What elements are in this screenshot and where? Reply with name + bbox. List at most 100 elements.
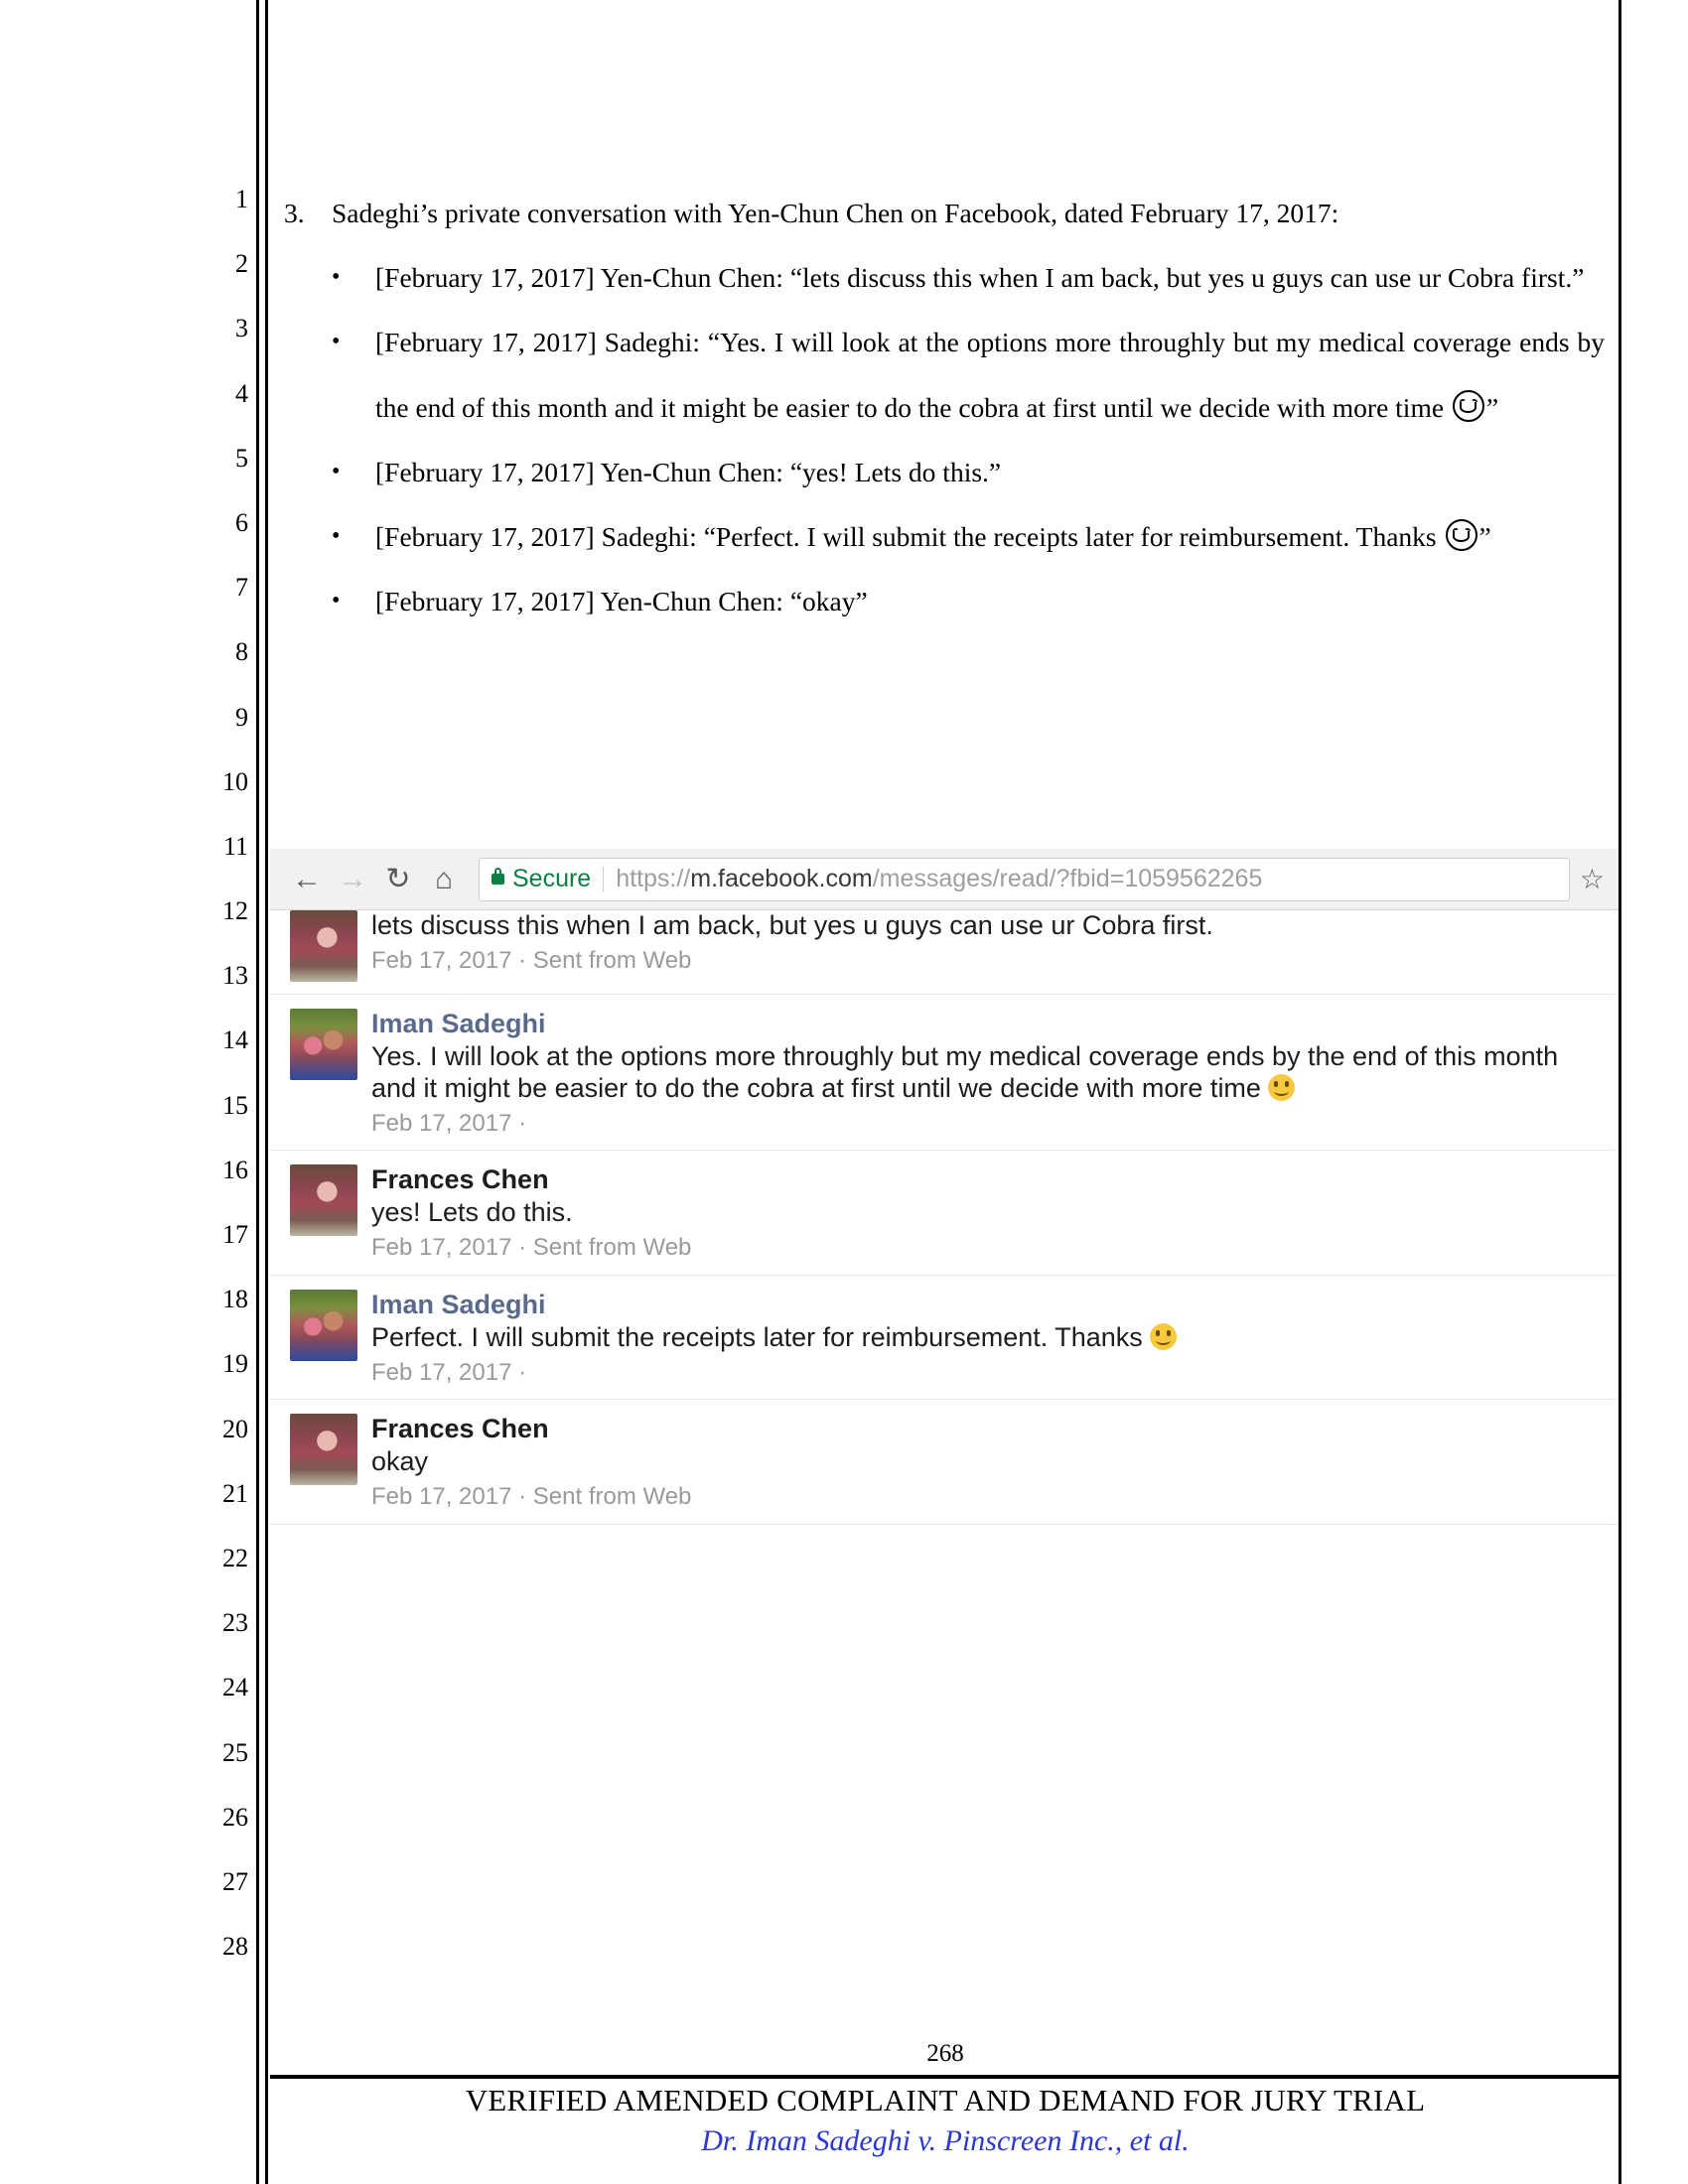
line-number-gutter: 1 2 3 4 5 6 7 8 9 10 11 12 13 14 15 16 17 18 19 20 21 22 23 24 2…	[199, 185, 248, 1996]
url-scheme: https://	[616, 865, 691, 892]
smiley-face-icon	[1445, 519, 1477, 552]
line-number: 22	[222, 1543, 248, 1572]
bullet-text: [February 17, 2017] Sadeghi: “Perfect. I…	[375, 521, 1444, 553]
bullet-text-suffix: ”	[1485, 391, 1499, 423]
line-number: 17	[222, 1220, 248, 1249]
browser-toolbar: ← → ↻ ⌂ Secure https://m.facebook.com/me…	[270, 849, 1618, 910]
avatar[interactable]	[290, 910, 357, 982]
back-icon[interactable]: ←	[284, 857, 330, 902]
line-number: 25	[222, 1737, 248, 1767]
line-number: 8	[235, 637, 248, 667]
bullet-item: • [February 17, 2017] Sadeghi: “Yes. I wi…	[284, 310, 1605, 439]
url-text: https://m.facebook.com/messages/read/?fb…	[616, 865, 1262, 893]
message-text: okay	[371, 1446, 429, 1477]
line-number: 2	[235, 249, 248, 279]
home-icon[interactable]: ⌂	[421, 857, 467, 902]
right-margin-rule	[1618, 0, 1621, 2184]
line-number: 1	[235, 185, 248, 213]
line-number: 21	[222, 1478, 248, 1508]
smiley-face-icon	[1452, 389, 1484, 422]
line-number: 28	[222, 1932, 248, 1962]
line-number: 16	[222, 1155, 248, 1184]
line-number: 14	[222, 1025, 248, 1055]
message-row: Iman Sadeghi Perfect. I will submit the r…	[270, 1276, 1618, 1401]
body-text: 3. Sadeghi’s private conversation with Y…	[284, 181, 1605, 633]
url-path: /messages/read/?fbid=1059562265	[872, 865, 1263, 892]
bullet-text: [February 17, 2017] Yen-Chun Chen: “lets…	[375, 262, 1585, 294]
footer-title: VERIFIED AMENDED COMPLAINT AND DEMAND FO…	[465, 2083, 1426, 2117]
message-sender[interactable]: Frances Chen	[371, 1164, 1599, 1196]
message-text: yes! Lets do this.	[371, 1197, 573, 1228]
bookmark-star-icon[interactable]: ☆	[1580, 863, 1605, 895]
avatar[interactable]	[290, 1289, 357, 1361]
line-number: 20	[222, 1414, 248, 1443]
left-margin-rule-outer	[256, 0, 259, 2184]
line-number: 11	[222, 831, 248, 861]
line-number: 15	[222, 1090, 248, 1120]
smiley-emoji-mouth-icon	[1274, 1086, 1290, 1096]
lock-icon	[492, 868, 504, 885]
line-number: 19	[222, 1349, 248, 1379]
left-margin-rule-inner	[265, 0, 268, 2184]
pleading-page: 1 2 3 4 5 6 7 8 9 10 11 12 13 14 15 16 17 18 19 20 21 22 23 24 2…	[0, 0, 1688, 2184]
bullet-dot-icon: •	[332, 264, 341, 291]
forward-icon[interactable]: →	[330, 857, 375, 902]
paragraph-text: Sadeghi’s private conversation with Yen-…	[332, 198, 1339, 228]
reload-icon[interactable]: ↻	[375, 857, 421, 902]
bullet-item: • [February 17, 2017] Sadeghi: “Perfect. …	[284, 504, 1605, 569]
message-row: Iman Sadeghi Yes. I will look at the opti…	[270, 995, 1618, 1152]
numbered-paragraph: 3. Sadeghi’s private conversation with Y…	[284, 181, 1605, 245]
message-body: lets discuss this when I am back, but ye…	[371, 910, 1599, 982]
security-label: Secure	[512, 865, 592, 892]
page-number: 268	[926, 2040, 964, 2067]
bullet-item: • [February 17, 2017] Yen-Chun Chen: “yes…	[284, 440, 1605, 504]
address-bar[interactable]: Secure https://m.facebook.com/messages/r…	[479, 857, 1570, 901]
footer-case-caption: Dr. Iman Sadeghi v. Pinscreen Inc., et a…	[701, 2124, 1190, 2157]
bullet-dot-icon: •	[332, 523, 341, 550]
bullet-item: • [February 17, 2017] Yen-Chun Chen: “oka…	[284, 569, 1605, 633]
line-number: 18	[222, 1285, 248, 1314]
avatar[interactable]	[290, 1009, 357, 1080]
bullet-text-suffix: ”	[1478, 521, 1491, 553]
url-host: m.facebook.com	[690, 865, 873, 892]
message-body: Iman Sadeghi Yes. I will look at the opti…	[371, 1009, 1599, 1138]
message-timestamp: Feb 17, 2017 ·	[371, 1358, 527, 1386]
message-body: Frances Chen okay Feb 17, 2017 · Sent from…	[371, 1414, 1599, 1512]
smiley-mouth-icon	[1459, 401, 1477, 413]
smiley-mouth-icon	[1452, 531, 1470, 543]
message-body: Frances Chen yes! Lets do this. Feb 17, 20…	[371, 1164, 1599, 1263]
paragraph-number: 3.	[284, 198, 305, 228]
line-number: 23	[222, 1608, 248, 1638]
line-number: 9	[235, 702, 248, 732]
bullet-text: [February 17, 2017] Yen-Chun Chen: “yes!…	[375, 456, 1002, 487]
message-sender[interactable]: Iman Sadeghi	[371, 1290, 1599, 1321]
avatar[interactable]	[290, 1164, 357, 1237]
line-number: 3	[235, 314, 248, 343]
avatar[interactable]	[290, 1414, 357, 1486]
line-number: 12	[222, 896, 248, 926]
message-timestamp: Feb 17, 2017 ·	[371, 1109, 527, 1137]
line-number: 27	[222, 1866, 248, 1896]
line-number: 10	[222, 766, 248, 796]
message-text: lets discuss this when I am back, but ye…	[371, 910, 1213, 940]
bullet-dot-icon: •	[332, 329, 341, 355]
message-text: Perfect. I will submit the receipts late…	[371, 1322, 1599, 1354]
message-text: Yes. I will look at the options more thr…	[371, 1040, 1559, 1103]
message-row: lets discuss this when I am back, but ye…	[270, 910, 1618, 995]
bullet-list: • [February 17, 2017] Yen-Chun Chen: “let…	[284, 245, 1605, 633]
message-sender[interactable]: Iman Sadeghi	[371, 1009, 1599, 1040]
message-timestamp: Feb 17, 2017 · Sent from Web	[371, 1483, 692, 1511]
smiley-emoji-mouth-icon	[1156, 1335, 1172, 1345]
smiley-emoji-icon	[1150, 1322, 1178, 1350]
bullet-text: [February 17, 2017] Sadeghi: “Yes. I wil…	[375, 327, 1605, 423]
bullet-dot-icon: •	[332, 458, 341, 484]
line-number: 7	[235, 573, 248, 603]
bullet-item: • [February 17, 2017] Yen-Chun Chen: “let…	[284, 245, 1605, 310]
smiley-emoji-icon	[1268, 1073, 1296, 1101]
line-number: 6	[235, 507, 248, 537]
message-row: Frances Chen yes! Lets do this. Feb 17, 20…	[270, 1151, 1618, 1276]
message-body: Iman Sadeghi Perfect. I will submit the r…	[371, 1290, 1599, 1388]
line-number: 26	[222, 1802, 248, 1832]
message-list: lets discuss this when I am back, but ye…	[270, 910, 1618, 1525]
message-sender[interactable]: Frances Chen	[371, 1414, 1599, 1445]
